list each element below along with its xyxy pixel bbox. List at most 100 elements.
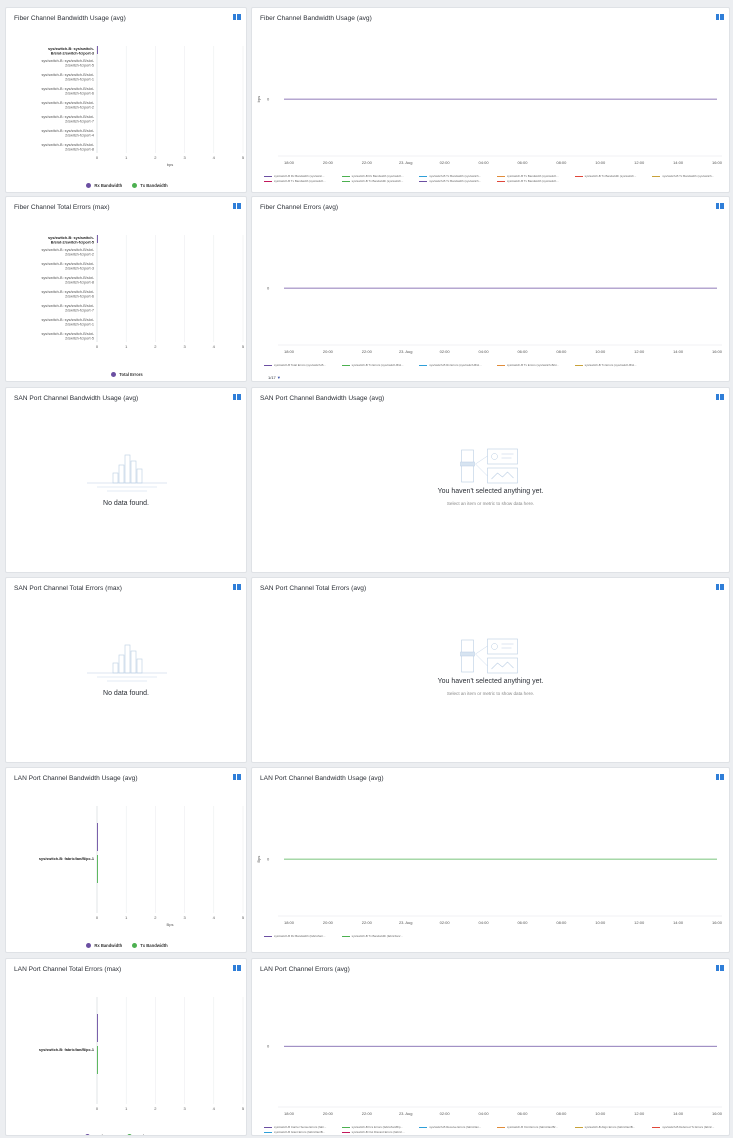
legend-item[interactable]: sys/switch-B Tx Bandwidth (sys/switch...	[419, 174, 491, 178]
legend-swatch	[341, 935, 350, 937]
legend-item[interactable]: sys/switch-B Receive Errors (fabric/lan.…	[419, 1125, 491, 1129]
pager-text: 1/17	[268, 375, 276, 380]
legend-label: sys/switch-B Tx Bandwidth (sys/switch...	[506, 179, 559, 183]
legend-item[interactable]: sys/switch-B Rx Errors (sys/switch-B/sl.…	[419, 363, 491, 367]
legend-item[interactable]: sys/switch-B Tx Bandwidth (sys/switch...	[419, 179, 491, 183]
x-time-label: 16:00	[712, 920, 723, 925]
x-time-label: 20:00	[323, 349, 334, 354]
x-axis-unit: Bps	[167, 922, 174, 927]
chart-legend: Total Errors	[6, 372, 246, 377]
legend-item[interactable]: sys/switch-B Giant Errors (fabric/lan/B.…	[264, 1130, 336, 1134]
legend-label: sys/switch-B Tx Bandwidth (sys/switch...	[274, 179, 326, 183]
legend-label: Rx Bandwidth	[94, 943, 123, 948]
category-label: 2/switch-fc/port-2	[65, 106, 94, 110]
legend-item[interactable]: sys/switch-B Fcs Errors (fabric/lan/B/p.…	[341, 1125, 414, 1129]
legend-label: sys/switch-B Out Discard Errors (fabric/…	[351, 1130, 405, 1134]
legend-item[interactable]: sys/switch-B Rx Bandwidth (fabric/lan/..…	[264, 934, 336, 938]
category-label: sys/switch-B: sys/switch-B/slot-	[41, 101, 94, 105]
bar-mark-tx	[97, 855, 98, 883]
legend-item[interactable]: sys/switch-B Tx Bandwidth (sys/switch...	[496, 179, 569, 183]
x-time-label: 08:00	[556, 349, 567, 354]
category-label: sys/switch-B: fabric/lan/B/pc-1	[39, 1048, 94, 1052]
legend-label: sys/switch-B Total Errors (sys/switch-B.…	[274, 363, 326, 367]
legend-swatch	[419, 1126, 428, 1128]
legend-item[interactable]: sys/switch-B Align Errors (fabric/lan/B.…	[574, 1125, 647, 1129]
x-time-label: 10:00	[595, 160, 606, 165]
legend-label: Total Loss Errors	[135, 1134, 169, 1135]
legend-item[interactable]: Rx Bandwidth	[86, 943, 122, 948]
x-time-label: 10:00	[595, 1111, 606, 1116]
empty-state-title: You haven't selected anything yet.	[437, 488, 544, 495]
legend-dot	[126, 1134, 132, 1135]
legend-label: sys/switch-B Tx Errors (sys/switch-B/sl.…	[351, 363, 404, 367]
legend-label: sys/switch-B Tx Bandwidth (sys/switch...	[351, 179, 404, 183]
x-tick-label: 5	[242, 155, 245, 160]
legend-item[interactable]: sys/switch-B Total Errors (sys/switch-B.…	[264, 363, 336, 367]
left-panel: SAN Port Channel Total Errors (max) No da…	[5, 577, 247, 763]
legend-label: sys/switch-B Rx Bandwidth (sys/switc...	[274, 174, 325, 178]
legend-item[interactable]: sys/switch-B Tx Bandwidth (sys/switch...	[574, 174, 647, 178]
legend-item[interactable]: sys/switch-B Rx Bandwidth (sys/switch...	[341, 174, 414, 178]
category-label: 2/switch-fc/port-5	[65, 337, 94, 341]
legend-item[interactable]: Total Errors	[85, 1134, 117, 1135]
legend-swatch	[341, 364, 350, 366]
legend-item[interactable]: Tx Bandwidth	[132, 943, 168, 948]
legend-label: sys/switch-B Rx Bandwidth (sys/switch...	[351, 174, 404, 178]
legend-dot	[132, 183, 138, 188]
legend-item[interactable]: sys/switch-B Carrier Sense Errors (fabr.…	[264, 1125, 336, 1129]
legend-item[interactable]: sys/switch-B Tx Bandwidth (sys/switch...	[652, 174, 724, 178]
legend-item[interactable]: sys/switch-B Xmit Errors (fabric/lan/B/.…	[496, 1125, 569, 1129]
legend-item[interactable]: sys/switch-B Tx Errors (sys/switch-B/sl.…	[496, 363, 569, 367]
bar-mark	[97, 235, 98, 243]
legend-label: sys/switch-B Tx Bandwidth (sys/switch...	[662, 174, 714, 178]
category-label: 2/switch-fc/port-3	[65, 267, 94, 271]
legend-item[interactable]: sys/switch-B Rx Bandwidth (sys/switc...	[264, 174, 336, 178]
x-tick-label: 1	[125, 344, 128, 349]
x-time-label: 18:00	[284, 349, 295, 354]
x-tick-label: 2	[154, 1106, 157, 1111]
y-zero-label: 0	[267, 286, 270, 291]
legend-item[interactable]: Total Errors	[111, 372, 143, 377]
legend-item[interactable]: Tx Bandwidth	[132, 183, 168, 188]
category-label: B/slot-2/switch-fc/port-3	[51, 52, 94, 56]
category-label: sys/switch-B: sys/switch-B/slot-	[41, 73, 94, 77]
category-label: sys/switch-B: sys/switch-B/slot-	[41, 248, 94, 252]
bar-mark	[97, 46, 98, 54]
pager-down-icon[interactable]: ▼	[276, 375, 281, 380]
legend-label: sys/switch-B Align Errors (fabric/lan/B.…	[584, 1125, 636, 1129]
legend-swatch	[419, 364, 428, 366]
legend-item[interactable]: sys/switch-B Tx Bandwidth (sys/switch...	[264, 179, 336, 183]
legend-item[interactable]: Total Loss Errors	[126, 1134, 169, 1135]
x-time-label: 02:00	[440, 349, 451, 354]
x-tick-label: 0	[96, 1106, 99, 1111]
x-time-label: 23. Aug	[399, 920, 413, 925]
x-tick-label: 4	[213, 1106, 216, 1111]
legend-item[interactable]: sys/switch-B Tx Bandwidth (sys/switch...	[496, 174, 569, 178]
x-time-label: 20:00	[323, 160, 334, 165]
legend-item[interactable]: sys/switch-B Tx Bandwidth (sys/switch...	[341, 179, 414, 183]
x-time-label: 08:00	[556, 160, 567, 165]
bar-chart: 0 1 2 3 4 5 sys/switch-B: fabric/lan/B/pc-1	[39, 997, 245, 1111]
legend-item[interactable]: sys/switch-B Tx Errors (sys/switch-B/sl.…	[574, 363, 647, 367]
x-time-label: 18:00	[284, 920, 295, 925]
x-time-label: 08:00	[556, 1111, 567, 1116]
legend-swatch	[341, 175, 350, 177]
legend-label: Rx Bandwidth	[94, 183, 123, 188]
legend-item[interactable]: Rx Bandwidth	[86, 183, 122, 188]
legend-label: sys/switch-B Receive Errors (fabric/lan.…	[429, 1125, 482, 1129]
x-tick-label: 0	[96, 915, 99, 920]
x-time-label: 14:00	[673, 160, 684, 165]
legend-item[interactable]: sys/switch-B Tx Bandwidth (fabric/lan/..…	[341, 934, 414, 938]
category-label: 2/switch-fc/port-8	[65, 148, 94, 152]
category-label: 2/switch-fc/port-1	[65, 323, 94, 327]
x-time-label: 23. Aug	[399, 160, 413, 165]
timeline-chart: 0 18:00 20:00 22:00 23. Aug 02:00 04:00 06:00 08…	[267, 286, 723, 354]
legend-swatch	[341, 1126, 350, 1128]
x-tick-label: 4	[213, 915, 216, 920]
legend-item[interactable]: sys/switch-B Deferred Tx Errors (fabric.…	[652, 1125, 724, 1129]
legend-item[interactable]: sys/switch-B Out Discard Errors (fabric/…	[341, 1130, 414, 1134]
legend-item[interactable]: sys/switch-B Tx Errors (sys/switch-B/sl.…	[341, 363, 414, 367]
legend-pager[interactable]: 1/17 ▼	[268, 375, 281, 380]
left-panel: LAN Port Channel Total Errors (max) 0 1 2 3 4…	[5, 958, 247, 1136]
category-label: sys/switch-B: fabric/lan/B/pc-1	[39, 857, 94, 861]
